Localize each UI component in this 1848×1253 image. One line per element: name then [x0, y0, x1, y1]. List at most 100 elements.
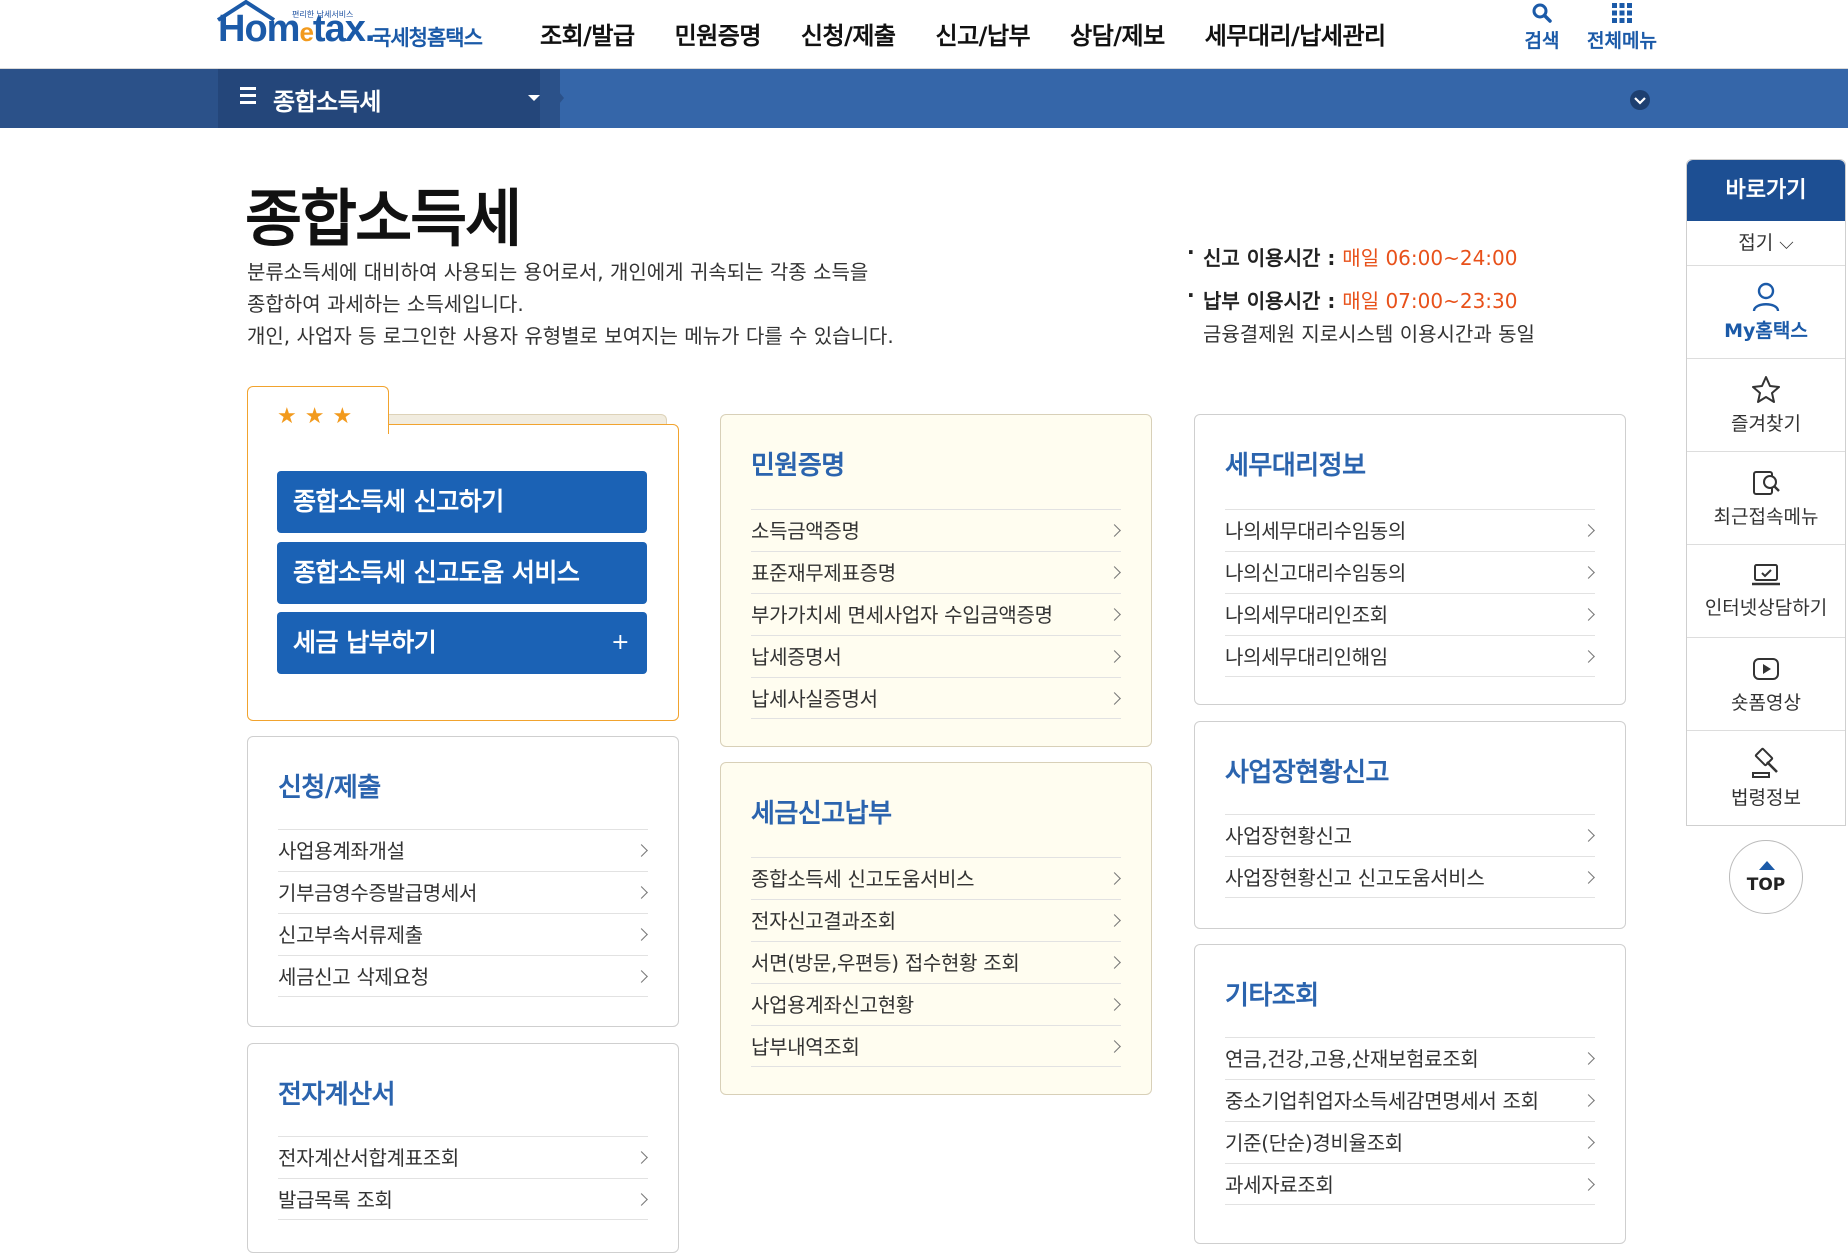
- expand-circle-icon[interactable]: [1629, 89, 1651, 111]
- list-item[interactable]: 부가가치세 면세사업자 수입금액증명: [751, 593, 1121, 635]
- recent-document-icon: [1753, 471, 1780, 495]
- quick-law-info[interactable]: 법령정보: [1687, 731, 1845, 824]
- chevron-right-icon: [635, 886, 648, 899]
- quick-links-title: 바로가기: [1687, 160, 1845, 221]
- fold-button[interactable]: 접기 ⌵: [1687, 221, 1845, 266]
- card-einvoice: 전자계산서 전자계산서합계표조회 발급목록 조회: [247, 1043, 679, 1253]
- list-item[interactable]: 전자계산서합계표조회: [278, 1136, 648, 1178]
- search-button[interactable]: 검색: [1502, 2, 1582, 53]
- list-item[interactable]: 나의세무대리수임동의: [1225, 509, 1595, 551]
- list-item[interactable]: 사업용계좌신고현황: [751, 983, 1121, 1025]
- sub-nav-right: [560, 69, 1848, 128]
- logo-brand: Hometax.: [218, 8, 375, 50]
- chevron-right-icon: [1582, 829, 1595, 842]
- list-item[interactable]: 세금신고 삭제요청: [278, 955, 648, 997]
- quick-links-panel: 바로가기 접기 ⌵ My홈택스 즐겨찾기 최근접속메뉴 인터넷상담하기 숏폼영상…: [1686, 159, 1846, 826]
- chevron-right-icon: [1108, 650, 1121, 663]
- gnb-item-tax-agent[interactable]: 세무대리/납세관리: [1205, 16, 1386, 51]
- chevron-right-icon: [1582, 1094, 1595, 1107]
- card-biz-status: 사업장현황신고 사업장현황신고 사업장현황신고 신고도움서비스: [1194, 721, 1626, 929]
- list-item[interactable]: 기준(단순)경비율조회: [1225, 1121, 1595, 1163]
- card-civil-cert: 민원증명 소득금액증명 표준재무제표증명 부가가치세 면세사업자 수입금액증명 …: [720, 414, 1152, 747]
- scroll-top-button[interactable]: TOP: [1729, 840, 1803, 914]
- quick-favorites[interactable]: 즐겨찾기: [1687, 359, 1845, 452]
- list-item[interactable]: 중소기업취업자소득세감면명세서 조회: [1225, 1079, 1595, 1121]
- page-description: 분류소득세에 대비하여 사용되는 용어로서, 개인에게 귀속되는 각종 소득을 …: [247, 256, 1007, 352]
- chevron-right-icon: [635, 928, 648, 941]
- list-item[interactable]: 전자신고결과조회: [751, 899, 1121, 941]
- card-title: 신청/제출: [278, 773, 381, 803]
- list-item[interactable]: 납부내역조회: [751, 1025, 1121, 1067]
- pay-tax-button[interactable]: 세금 납부하기 +: [277, 612, 647, 674]
- chevron-right-icon: [1108, 608, 1121, 621]
- gnb-item-inquiry[interactable]: 조회/발급: [540, 16, 635, 51]
- chevron-right-icon: [1108, 1040, 1121, 1053]
- card-title: 기타조회: [1225, 981, 1319, 1011]
- report-hours: 신고 이용시간 : 매일 06:00~24:00: [1187, 240, 1535, 271]
- list-item[interactable]: 서면(방문,우편등) 접수현황 조회: [751, 941, 1121, 983]
- hometax-logo[interactable]: 편리한 납세서비스 Hometax. 국세청홈택스: [212, 0, 502, 66]
- list-item[interactable]: 사업장현황신고: [1225, 814, 1595, 856]
- list-item[interactable]: 사업장현황신고 신고도움서비스: [1225, 856, 1595, 898]
- list-item[interactable]: 나의신고대리수임동의: [1225, 551, 1595, 593]
- chevron-right-icon: [1582, 1052, 1595, 1065]
- gnb-item-consult[interactable]: 상담/제보: [1070, 16, 1165, 51]
- global-nav: 조회/발급 민원증명 신청/제출 신고/납부 상담/제보 세무대리/납세관리: [540, 16, 1426, 51]
- gavel-icon: [1752, 747, 1778, 778]
- card-tax-report: 세금신고납부 종합소득세 신고도움서비스 전자신고결과조회 서면(방문,우편등)…: [720, 762, 1152, 1095]
- list-item[interactable]: 납세사실증명서: [751, 677, 1121, 719]
- chevron-right-icon: [635, 970, 648, 983]
- arrow-up-icon: [1759, 861, 1775, 870]
- list-item[interactable]: 연금,건강,고용,산재보험료조회: [1225, 1037, 1595, 1079]
- quick-shortform-video[interactable]: 숏폼영상: [1687, 638, 1845, 731]
- list-item[interactable]: 나의세무대리인해임: [1225, 635, 1595, 677]
- all-menu-button[interactable]: 전체메뉴: [1582, 2, 1662, 53]
- chevron-right-icon: [1582, 608, 1595, 621]
- gnb-item-civil-cert[interactable]: 민원증명: [675, 16, 762, 51]
- pay-hours-note: 금융결제원 지로시스템 이용시간과 동일: [1203, 322, 1535, 346]
- pay-hours: 납부 이용시간 : 매일 07:00~23:30 금융결제원 지로시스템 이용시…: [1187, 283, 1535, 347]
- list-item[interactable]: 소득금액증명: [751, 509, 1121, 551]
- gnb-item-apply[interactable]: 신청/제출: [801, 16, 896, 51]
- quick-my-hometax[interactable]: My홈택스: [1687, 266, 1845, 359]
- file-income-tax-button[interactable]: 종합소득세 신고하기: [277, 471, 647, 533]
- gnb-item-report-pay[interactable]: 신고/납부: [936, 16, 1031, 51]
- card-tax-agent: 세무대리정보 나의세무대리수임동의 나의신고대리수임동의 나의세무대리인조회 나…: [1194, 414, 1626, 705]
- chevron-right-icon: [1582, 566, 1595, 579]
- list-item[interactable]: 나의세무대리인조회: [1225, 593, 1595, 635]
- laptop-icon: [1752, 564, 1780, 586]
- chevron-right-icon: [1582, 1178, 1595, 1191]
- quick-online-consult[interactable]: 인터넷상담하기: [1687, 545, 1845, 638]
- list-item[interactable]: 신고부속서류제출: [278, 913, 648, 955]
- list-item[interactable]: 발급목록 조회: [278, 1178, 648, 1220]
- grid-menu-icon: [1612, 3, 1632, 23]
- quick-recent-menu[interactable]: 최근접속메뉴: [1687, 452, 1845, 545]
- hamburger-icon[interactable]: [240, 87, 256, 104]
- all-menu-label: 전체메뉴: [1587, 30, 1657, 52]
- list-item[interactable]: 표준재무제표증명: [751, 551, 1121, 593]
- chevron-right-icon: [635, 844, 648, 857]
- list-item[interactable]: 과세자료조회: [1225, 1163, 1595, 1205]
- plus-icon[interactable]: +: [611, 612, 629, 674]
- star-outline-icon: [1752, 376, 1780, 403]
- chevron-right-icon: [1582, 524, 1595, 537]
- chevron-right-icon: [1108, 872, 1121, 885]
- card-title: 민원증명: [751, 451, 845, 481]
- chevron-right-icon: [1108, 692, 1121, 705]
- list-item[interactable]: 사업용계좌개설: [278, 829, 648, 871]
- chevron-right-icon: [1582, 650, 1595, 663]
- favorites-card: ★★★ 종합소득세 신고하기 종합소득세 신고도움 서비스 세금 납부하기 +: [247, 386, 679, 721]
- chevron-right-icon: [635, 1151, 648, 1164]
- list-item[interactable]: 납세증명서: [751, 635, 1121, 677]
- list-item[interactable]: 기부금영수증발급명세서: [278, 871, 648, 913]
- filing-help-service-button[interactable]: 종합소득세 신고도움 서비스: [277, 542, 647, 604]
- service-hours: 신고 이용시간 : 매일 06:00~24:00 납부 이용시간 : 매일 07…: [1187, 240, 1535, 361]
- dropdown-caret-icon[interactable]: [528, 95, 540, 101]
- sub-nav-arrow-shape: [540, 69, 564, 127]
- chevron-right-icon: [1108, 566, 1121, 579]
- card-etc-inquiry: 기타조회 연금,건강,고용,산재보험료조회 중소기업취업자소득세감면명세서 조회…: [1194, 944, 1626, 1244]
- description-line: 개인, 사업자 등 로그인한 사용자 유형별로 보여지는 메뉴가 다를 수 있습…: [247, 324, 894, 348]
- chevron-right-icon: [635, 1193, 648, 1206]
- list-item[interactable]: 종합소득세 신고도움서비스: [751, 857, 1121, 899]
- description-line: 분류소득세에 대비하여 사용되는 용어로서, 개인에게 귀속되는 각종 소득을: [247, 260, 869, 284]
